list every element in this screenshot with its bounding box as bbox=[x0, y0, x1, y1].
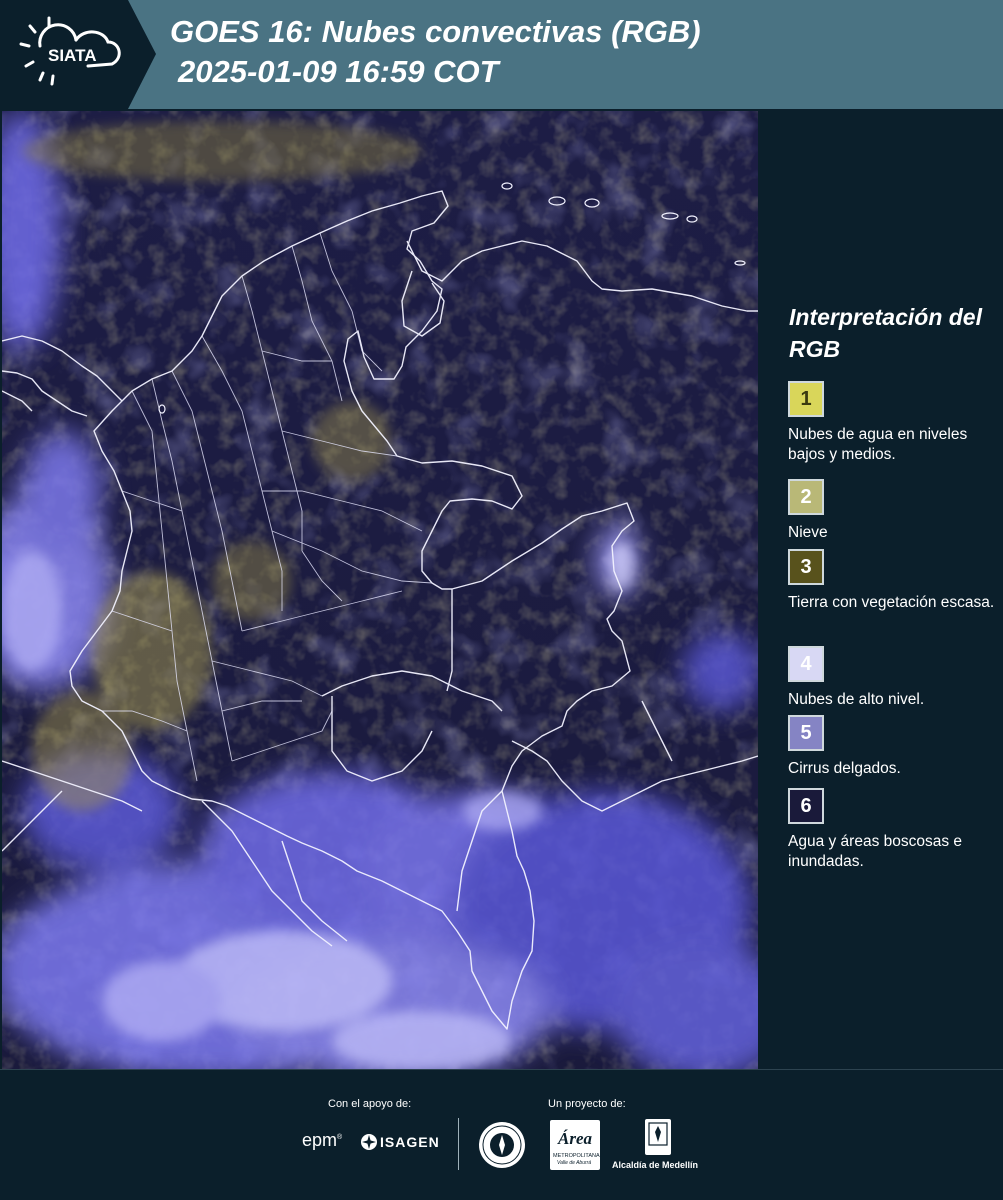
legend-item-5: 5 Cirrus delgados. bbox=[788, 715, 998, 779]
legend-swatch: 5 bbox=[788, 715, 824, 751]
alcaldia-shield-icon bbox=[645, 1119, 671, 1155]
isagen-mark-icon bbox=[361, 1134, 377, 1150]
legend-swatch: 1 bbox=[788, 381, 824, 417]
area-logo-subtext: METROPOLITANA bbox=[553, 1153, 600, 1159]
legend-item-6: 6 Agua y áreas boscosas e inundadas. bbox=[788, 788, 998, 872]
page-title: GOES 16: Nubes convectivas (RGB) bbox=[170, 14, 701, 49]
page-timestamp: 2025-01-09 16:59 COT bbox=[178, 54, 499, 89]
legend-panel: Interpretación del RGB 1 Nubes de agua en… bbox=[760, 111, 1003, 1069]
legend-item-2: 2 Nieve bbox=[788, 479, 998, 543]
legend-item-1: 1 Nubes de agua en niveles bajos y medios… bbox=[788, 381, 998, 465]
area-metropolitana-logo: Área METROPOLITANA Valle de Aburrá bbox=[550, 1120, 600, 1170]
header-bar: SIATA GOES 16: Nubes convectivas (RGB) 2… bbox=[0, 0, 1003, 109]
page: SIATA GOES 16: Nubes convectivas (RGB) 2… bbox=[0, 0, 1003, 1200]
legend-item-4: 4 Nubes de alto nivel. bbox=[788, 646, 998, 710]
legend-swatch: 6 bbox=[788, 788, 824, 824]
legend-title: Interpretación del RGB bbox=[789, 304, 982, 362]
area-logo-text: Área bbox=[558, 1129, 592, 1148]
alcaldia-logo-text: Alcaldía de Medellín bbox=[612, 1160, 699, 1170]
area-logo-subtext2: Valle de Aburrá bbox=[557, 1160, 592, 1166]
footer: Con el apoyo de: Un proyecto de: epm® IS… bbox=[0, 1069, 1003, 1200]
legend-label: Tierra con vegetación escasa. bbox=[788, 594, 995, 611]
epm-logo: epm® bbox=[302, 1130, 343, 1150]
legend-label: Cirrus delgados. bbox=[788, 760, 901, 777]
support-label: Con el apoyo de: bbox=[328, 1098, 412, 1110]
legend-label: Nubes de alto nivel. bbox=[788, 691, 925, 708]
isagen-logo: ISAGEN bbox=[360, 1132, 440, 1152]
legend-swatch: 3 bbox=[788, 549, 824, 585]
siata-logo: SIATA bbox=[0, 0, 158, 109]
medellin-seal-logo bbox=[477, 1120, 527, 1175]
alcaldia-logo: Alcaldía de Medellín bbox=[612, 1118, 704, 1178]
footer-divider bbox=[458, 1118, 459, 1170]
legend-label: Agua y áreas boscosas e inundadas. bbox=[788, 833, 963, 870]
project-label: Un proyecto de: bbox=[548, 1098, 626, 1110]
siata-logo-text: SIATA bbox=[48, 46, 96, 65]
isagen-logo-text: ISAGEN bbox=[380, 1134, 440, 1150]
legend-swatch: 2 bbox=[788, 479, 824, 515]
legend-swatch: 4 bbox=[788, 646, 824, 682]
legend-label: Nieve bbox=[788, 524, 828, 541]
legend-label: Nubes de agua en niveles bajos y medios. bbox=[788, 426, 968, 463]
epm-logo-text: epm bbox=[302, 1130, 338, 1150]
legend-item-3: 3 Tierra con vegetación escasa. bbox=[788, 549, 998, 613]
satellite-map[interactable] bbox=[2, 111, 758, 1069]
